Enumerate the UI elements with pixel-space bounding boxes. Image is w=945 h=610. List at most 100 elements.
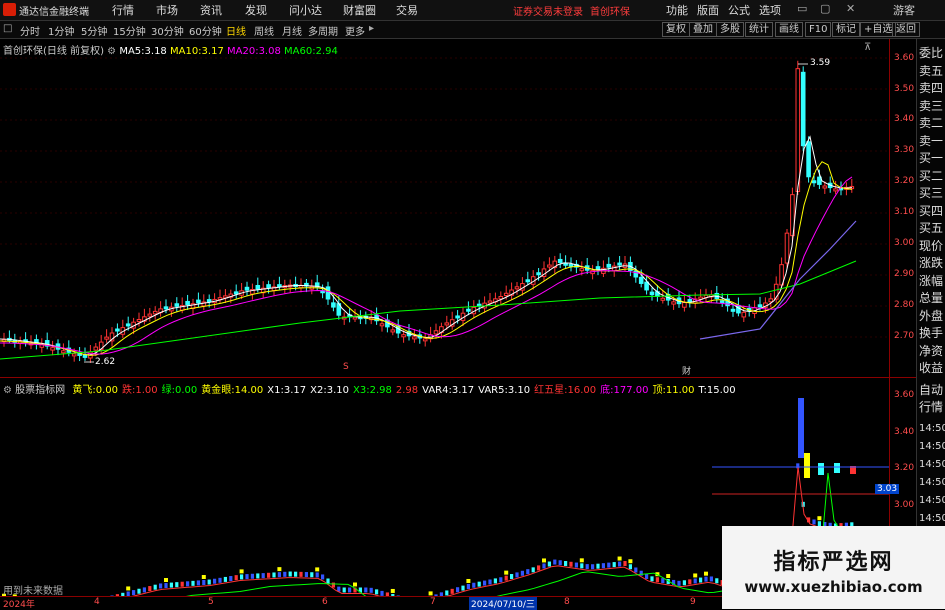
menu-xuanxiang[interactable]: 选项	[759, 2, 781, 18]
period-60min[interactable]: 60分钟	[189, 23, 222, 38]
candle	[331, 302, 336, 308]
btn-duogu[interactable]: 多股	[716, 22, 744, 37]
menu-faxian[interactable]: 发现	[245, 2, 267, 18]
indicator-bar	[699, 577, 703, 583]
rp-field[interactable]: 总量	[919, 291, 945, 305]
current-stock-name: 首创环保	[590, 7, 630, 18]
restore-icon[interactable]: ▢	[820, 2, 830, 15]
indicator-bar	[461, 585, 465, 591]
period-1min[interactable]: 1分钟	[48, 23, 74, 38]
watermark-url: www.xuezhibiao.com	[744, 578, 923, 596]
tick-time: 14:50	[919, 513, 945, 524]
rp-field[interactable]: 买四	[919, 204, 945, 218]
spike-bar	[804, 453, 810, 478]
rp-field[interactable]: 卖四	[919, 81, 945, 95]
tick-time: 14:50	[919, 459, 945, 470]
menu-banmian[interactable]: 版面	[697, 2, 719, 18]
indicator-bar	[504, 575, 508, 581]
rp-field[interactable]: 收益	[919, 361, 945, 375]
candle	[682, 302, 687, 308]
rp-field[interactable]: 卖五	[919, 64, 945, 78]
toolbar-checkbox-icon[interactable]: □	[3, 23, 12, 34]
period-monthly[interactable]: 月线	[282, 23, 302, 38]
indicator-bar	[515, 572, 519, 578]
indicator-bar	[159, 583, 163, 589]
menu-zixun[interactable]: 资讯	[200, 2, 222, 18]
indicator-bar	[510, 574, 514, 580]
period-daily[interactable]: 日线	[226, 23, 246, 38]
date-label: 7	[430, 597, 436, 607]
candle	[61, 350, 66, 354]
rp-field[interactable]: 买三	[919, 186, 945, 200]
crosshair-date: 2024/07/10/三	[469, 597, 537, 610]
rp-hangqing[interactable]: 行情	[919, 400, 945, 414]
login-status[interactable]: 证券交易未登录	[513, 3, 583, 18]
date-label: 8	[564, 597, 570, 607]
btn-biaoji[interactable]: 标记	[832, 22, 860, 37]
candle	[136, 319, 142, 322]
rp-field[interactable]: 买五	[919, 221, 945, 235]
menu-wenxiaoda[interactable]: 问小达	[289, 2, 322, 18]
btn-tongji[interactable]: 统计	[745, 22, 773, 37]
signal-dot	[353, 582, 357, 587]
period-30min[interactable]: 30分钟	[151, 23, 184, 38]
period-multi[interactable]: 多周期	[308, 23, 338, 38]
date-label: 5	[208, 597, 214, 607]
btn-diejia[interactable]: 叠加	[689, 22, 717, 37]
signal-dot	[542, 558, 546, 563]
indicator-bar	[256, 573, 260, 579]
minimize-icon[interactable]: ▭	[797, 2, 807, 15]
rp-field[interactable]: 涨幅	[919, 274, 945, 288]
rp-field[interactable]: 卖三	[919, 99, 945, 113]
signal-dot	[277, 567, 282, 572]
btn-fuquan[interactable]: 复权	[662, 22, 690, 37]
period-fenshi[interactable]: 分时	[20, 23, 40, 38]
guest-user[interactable]: 游客	[893, 2, 915, 18]
period-more[interactable]: 更多	[345, 23, 365, 38]
rp-field[interactable]: 净资	[919, 344, 945, 358]
menu-gongshi[interactable]: 公式	[728, 2, 750, 18]
price-tick: 3.40	[894, 114, 915, 124]
chevron-right-icon[interactable]: ▸	[369, 23, 374, 34]
rp-field[interactable]: 卖一	[919, 134, 945, 148]
rp-field[interactable]: 换手	[919, 326, 945, 340]
price-tick: 2.80	[894, 300, 915, 310]
indicator-bar	[342, 587, 346, 593]
rp-field[interactable]: 外盘	[919, 309, 945, 323]
candle	[536, 272, 541, 276]
price-tick: 3.10	[894, 207, 915, 217]
candle	[163, 306, 169, 310]
rp-field[interactable]: 买二	[919, 169, 945, 183]
btn-huaxian[interactable]: 画线	[775, 22, 803, 37]
signal-dot	[164, 578, 168, 583]
indicator-bar	[715, 578, 719, 584]
rp-field[interactable]: 现价	[919, 239, 945, 253]
menu-gongneng[interactable]: 功能	[666, 2, 688, 18]
signal-dot	[693, 573, 698, 578]
rp-field[interactable]: 卖二	[919, 116, 945, 130]
indicator-bar	[612, 562, 616, 568]
btn-zixuan[interactable]: +自选	[860, 22, 897, 37]
period-5min[interactable]: 5分钟	[81, 23, 107, 38]
kline-chart[interactable]: 首创环保(日线 前复权) ⚙ MA5:3.18 MA10:3.17 MA20:3…	[0, 39, 889, 377]
period-15min[interactable]: 15分钟	[113, 23, 146, 38]
close-icon[interactable]: ✕	[846, 2, 855, 15]
rp-zidong[interactable]: 自动	[919, 383, 945, 397]
menu-caifuquan[interactable]: 财富圈	[343, 2, 376, 18]
btn-fanhui[interactable]: 返回	[892, 22, 920, 37]
kline-svg	[0, 57, 889, 363]
rp-field[interactable]: 委比	[919, 46, 945, 60]
indicator-bar	[483, 580, 487, 586]
rp-field[interactable]: 买一	[919, 151, 945, 165]
period-weekly[interactable]: 周线	[254, 23, 274, 38]
menu-hangqing[interactable]: 行情	[112, 2, 134, 18]
candle	[412, 336, 417, 340]
btn-f10[interactable]: F10	[805, 22, 832, 37]
indicator-bar	[618, 561, 622, 567]
candle	[433, 330, 439, 335]
rp-field[interactable]: 涨跌	[919, 256, 945, 270]
indicator-bar	[677, 580, 681, 586]
indicator-bar	[229, 576, 233, 582]
menu-jiaoyi[interactable]: 交易	[396, 2, 418, 18]
menu-shichang[interactable]: 市场	[156, 2, 178, 18]
